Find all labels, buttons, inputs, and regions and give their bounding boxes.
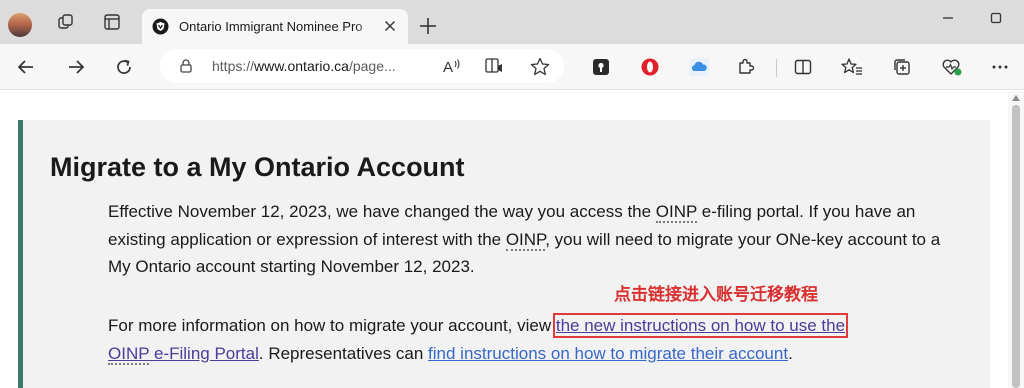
back-icon[interactable] [14, 55, 38, 79]
representatives-instructions-link[interactable]: find instructions on how to migrate thei… [428, 344, 788, 363]
url-text[interactable]: https://www.ontario.ca/page... [212, 58, 396, 74]
profile-avatar[interactable] [8, 13, 32, 37]
instructions-link-continued[interactable]: OINP e-Filing Portal [108, 343, 259, 365]
annotation-note: 点击链接进入账号迁移教程 [614, 285, 818, 305]
split-screen-icon[interactable] [791, 55, 815, 79]
toolbar-separator [776, 59, 777, 77]
paragraph-effective-date: Effective November 12, 2023, we have cha… [108, 202, 941, 276]
immersive-reader-icon[interactable] [484, 57, 504, 75]
password-manager-icon[interactable] [589, 55, 613, 79]
scroll-up-icon[interactable] [1012, 95, 1020, 101]
opera-extension-icon[interactable] [638, 55, 662, 79]
paragraph-more-info: For more information on how to migrate y… [108, 313, 849, 365]
favorites-icon[interactable] [840, 55, 864, 79]
forward-icon[interactable] [64, 55, 88, 79]
more-menu-icon[interactable] [988, 55, 1012, 79]
read-aloud-icon[interactable]: A [442, 57, 462, 75]
address-bar[interactable]: https://www.ontario.ca/page... A [160, 49, 564, 83]
page-content: Migrate to a My Ontario Account Effectiv… [0, 91, 1024, 388]
workspaces-icon[interactable] [52, 10, 80, 34]
tab-title: Ontario Immigrant Nominee Pro [179, 19, 363, 34]
section-heading: Migrate to a My Ontario Account [50, 152, 465, 182]
extensions-icon[interactable] [734, 55, 758, 79]
cloud-extension-icon[interactable] [687, 55, 711, 79]
browser-essentials-icon[interactable] [940, 55, 964, 79]
oinp-abbreviation[interactable]: OINP [505, 229, 546, 251]
brave-favicon [152, 18, 169, 35]
vertical-tabs-icon[interactable] [98, 10, 126, 34]
oinp-abbreviation[interactable]: OINP [655, 202, 698, 223]
tab-ontario[interactable]: Ontario Immigrant Nominee Pro [142, 9, 408, 44]
lock-icon[interactable] [178, 58, 194, 74]
vertical-scrollbar[interactable] [1008, 91, 1024, 388]
favorite-star-icon[interactable] [530, 57, 550, 76]
new-tab-icon[interactable] [416, 14, 440, 38]
collections-icon[interactable] [890, 55, 914, 79]
minimize-icon[interactable] [936, 8, 960, 28]
refresh-icon[interactable] [112, 55, 136, 79]
browser-toolbar: https://www.ontario.ca/page... A [0, 44, 1024, 90]
oinp-abbreviation: OINP [108, 343, 150, 365]
maximize-icon[interactable] [984, 8, 1008, 28]
svg-text:A: A [443, 59, 453, 75]
tab-strip: Ontario Immigrant Nominee Pro [0, 0, 1024, 44]
instructions-link[interactable]: the new instructions on how to use the [552, 313, 849, 338]
scroll-thumb[interactable] [1012, 105, 1020, 388]
close-icon[interactable] [382, 18, 398, 34]
